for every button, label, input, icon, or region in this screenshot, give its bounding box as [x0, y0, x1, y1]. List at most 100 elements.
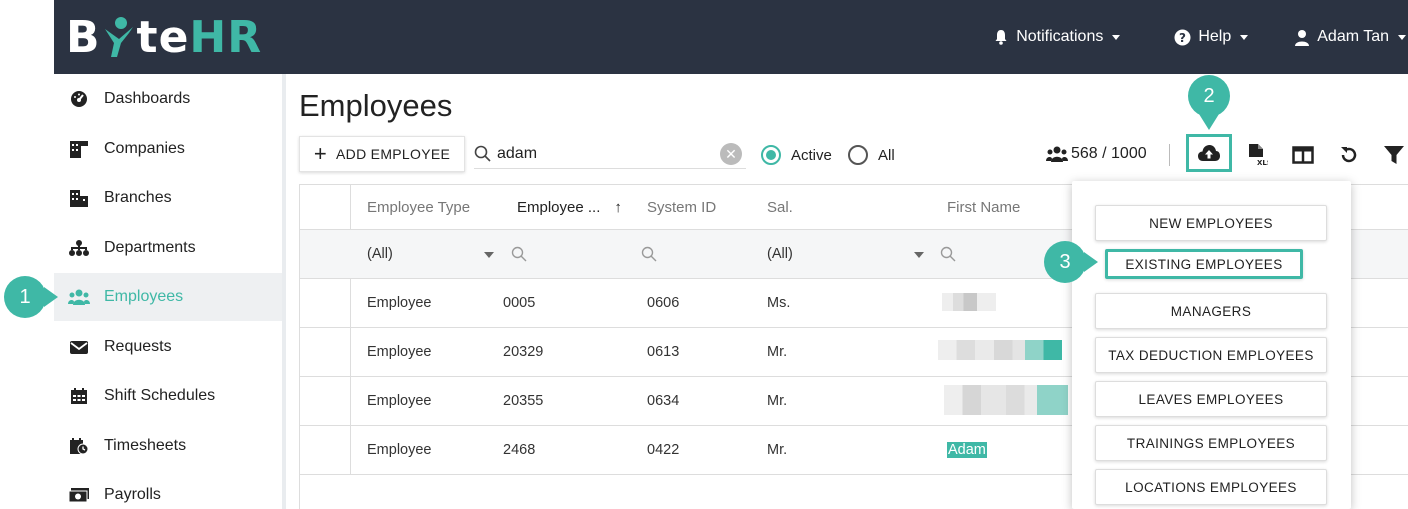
- refresh-button[interactable]: [1334, 140, 1364, 170]
- cell-employee-type: Employee: [367, 344, 432, 360]
- import-tax-deduction-employees-button[interactable]: TAX DEDUCTION EMPLOYEES: [1095, 337, 1327, 373]
- chevron-down-icon: [1112, 34, 1121, 40]
- filter-active-label: Active: [791, 146, 832, 164]
- filter-all-radio[interactable]: All: [848, 145, 895, 165]
- sidebar-item-label: Payrolls: [104, 486, 161, 503]
- employees-icon: [68, 287, 90, 307]
- cell-first-name: Adam: [947, 426, 987, 474]
- sidebar-item-departments[interactable]: Departments: [54, 224, 282, 272]
- sidebar-item-companies[interactable]: Companies: [54, 125, 282, 173]
- first-name-filter-search-icon[interactable]: [940, 230, 956, 278]
- companies-icon: [68, 139, 90, 159]
- employee-type-filter[interactable]: (All): [367, 230, 393, 278]
- employee-number-filter-search-icon[interactable]: [511, 230, 527, 278]
- employee-count: 568 / 1000: [1046, 145, 1147, 163]
- app-logo[interactable]: B te HR: [66, 11, 262, 63]
- sidebar-item-employees[interactable]: Employees: [54, 273, 282, 321]
- callout-badge-1: 1: [4, 276, 46, 318]
- salutation-filter[interactable]: (All): [767, 230, 793, 278]
- redacted-first-name: [944, 385, 1068, 415]
- column-header-first-name[interactable]: First Name: [947, 185, 1020, 229]
- radio-checked-icon: [761, 145, 781, 165]
- sidebar-item-label: Branches: [104, 189, 172, 206]
- search-icon: [474, 145, 491, 162]
- sidebar-item-timesheets[interactable]: Timesheets: [54, 422, 282, 470]
- import-trainings-employees-button[interactable]: TRAININGS EMPLOYEES: [1095, 425, 1327, 461]
- radio-unchecked-icon: [848, 145, 868, 165]
- help-icon: ?: [1174, 29, 1191, 45]
- cell-employee-number: 0005: [503, 295, 536, 311]
- cell-system-id: 0613: [647, 344, 680, 360]
- logo-letter-b: B: [66, 11, 101, 63]
- app-root: B te HR Notifications ? Help Adam Tan Da…: [0, 0, 1408, 509]
- requests-icon: [68, 337, 90, 357]
- notifications-menu[interactable]: Notifications: [993, 28, 1121, 46]
- plus-icon: +: [313, 141, 328, 166]
- cell-system-id: 0422: [647, 442, 680, 458]
- callout-number: 2: [1203, 84, 1215, 107]
- undo-icon: [1341, 147, 1357, 163]
- departments-icon: [68, 238, 90, 258]
- sidebar-item-requests[interactable]: Requests: [54, 323, 282, 371]
- sidebar-item-payrolls[interactable]: Payrolls: [54, 471, 282, 509]
- user-menu[interactable]: Adam Tan: [1294, 28, 1406, 46]
- sidebar: Dashboards Companies Branches Department…: [54, 74, 286, 509]
- sidebar-item-label: Timesheets: [104, 437, 187, 454]
- branches-icon: [68, 188, 90, 208]
- filter-icon: [1384, 146, 1404, 164]
- page-title: Employees: [299, 88, 453, 123]
- payroll-icon: [68, 485, 90, 505]
- redacted-first-name: [942, 293, 996, 311]
- sidebar-item-label: Requests: [104, 338, 172, 355]
- clear-search-icon[interactable]: ✕: [720, 143, 742, 165]
- column-header-employee-number[interactable]: Employee ... ↑: [517, 185, 622, 229]
- export-xls-button[interactable]: XLS: [1242, 140, 1272, 170]
- chevron-down-icon: [1240, 34, 1249, 40]
- import-button[interactable]: [1186, 134, 1232, 172]
- top-bar: B te HR Notifications ? Help Adam Tan: [54, 0, 1408, 74]
- sidebar-item-label: Departments: [104, 239, 196, 256]
- column-header-employee-type[interactable]: Employee Type: [367, 185, 470, 229]
- add-employee-label: ADD EMPLOYEE: [336, 146, 451, 162]
- cell-salutation: Mr.: [767, 393, 788, 409]
- cell-employee-number: 20329: [503, 344, 544, 360]
- redacted-first-name: [938, 340, 1062, 360]
- logo-letters-te: te: [136, 11, 190, 63]
- sidebar-item-branches[interactable]: Branches: [54, 174, 282, 222]
- column-header-label: Employee ...: [517, 198, 601, 216]
- filter-button[interactable]: [1379, 140, 1408, 170]
- import-managers-button[interactable]: MANAGERS: [1095, 293, 1327, 329]
- sidebar-item-dashboards[interactable]: Dashboards: [54, 75, 282, 123]
- import-locations-employees-button[interactable]: LOCATIONS EMPLOYEES: [1095, 469, 1327, 505]
- sidebar-item-label: Dashboards: [104, 90, 191, 107]
- sidebar-item-label: Companies: [104, 140, 185, 157]
- sidebar-item-label: Shift Schedules: [104, 387, 216, 404]
- import-existing-employees-button[interactable]: EXISTING EMPLOYEES: [1105, 249, 1303, 279]
- add-employee-button[interactable]: + ADD EMPLOYEE: [299, 136, 465, 172]
- chevron-down-icon[interactable]: [914, 252, 924, 258]
- sidebar-item-shift-schedules[interactable]: Shift Schedules: [54, 372, 282, 420]
- top-nav: Notifications ? Help Adam Tan: [993, 0, 1408, 74]
- cell-employee-number: 2468: [503, 442, 536, 458]
- column-chooser-button[interactable]: [1288, 140, 1318, 170]
- system-id-filter-search-icon[interactable]: [641, 230, 657, 278]
- callout-number: 3: [1059, 250, 1071, 273]
- user-icon: [1295, 29, 1310, 46]
- column-header-salutation[interactable]: Sal.: [767, 185, 793, 229]
- cell-salutation: Mr.: [767, 344, 788, 360]
- logo-figure-icon: [101, 15, 137, 59]
- help-label: Help: [1198, 28, 1232, 45]
- svg-text:?: ?: [1179, 31, 1186, 45]
- callout-arrow-2: [1199, 114, 1219, 130]
- import-new-employees-button[interactable]: NEW EMPLOYEES: [1095, 205, 1327, 241]
- filter-active-radio[interactable]: Active: [761, 145, 832, 165]
- users-icon: [1046, 146, 1068, 162]
- columns-icon: [1292, 146, 1314, 164]
- search-input[interactable]: [497, 144, 707, 163]
- highlighted-match: Adam: [947, 442, 987, 458]
- cell-system-id: 0634: [647, 393, 680, 409]
- help-menu[interactable]: ? Help: [1174, 28, 1249, 46]
- column-header-system-id[interactable]: System ID: [647, 185, 716, 229]
- import-leaves-employees-button[interactable]: LEAVES EMPLOYEES: [1095, 381, 1327, 417]
- chevron-down-icon[interactable]: [484, 252, 494, 258]
